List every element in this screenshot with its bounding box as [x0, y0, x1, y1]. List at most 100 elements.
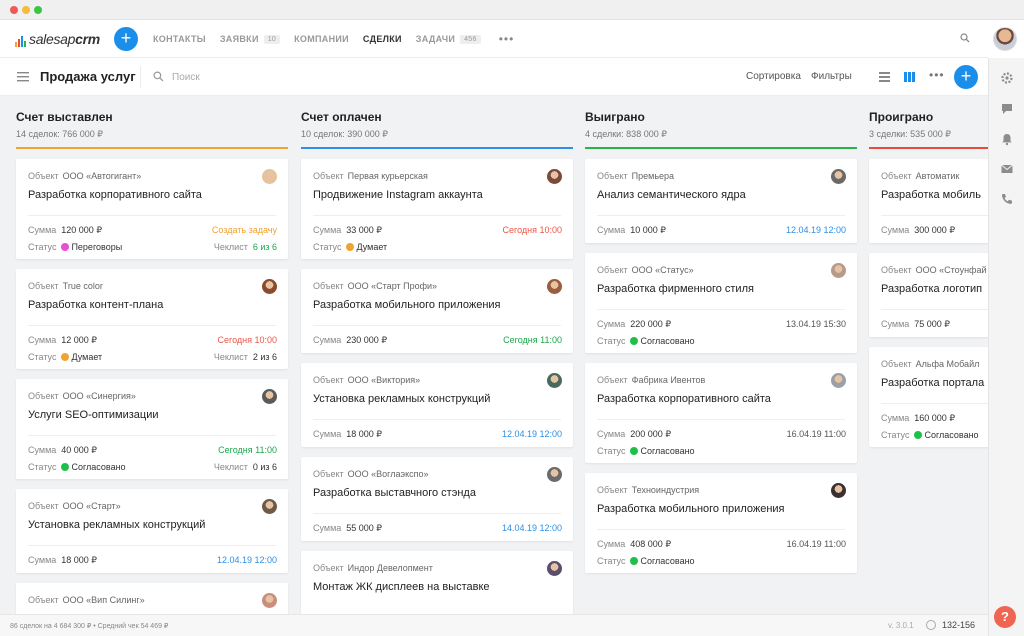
- assignee-avatar[interactable]: [547, 561, 562, 576]
- assignee-avatar[interactable]: [547, 169, 562, 184]
- assignee-avatar[interactable]: [831, 169, 846, 184]
- sum-row: Сумма 120 000 ₽: [28, 225, 102, 236]
- deal-card[interactable]: Объект Премьера Анализ семантического ядра…: [585, 159, 857, 243]
- notifications-bell-icon[interactable]: [1000, 132, 1014, 146]
- status-value: Думает: [71, 352, 103, 362]
- kanban-view-icon[interactable]: [904, 72, 915, 82]
- chat-icon[interactable]: [1000, 102, 1014, 116]
- sum-label: Сумма: [28, 225, 57, 235]
- column-color-bar: [585, 147, 857, 149]
- deal-title: Услуги SEO-оптимизации: [28, 409, 159, 421]
- search-icon: [153, 71, 164, 82]
- object-name: Фабрика Ивентов: [631, 375, 706, 385]
- assignee-avatar[interactable]: [831, 483, 846, 498]
- deal-card[interactable]: Объект ООО «Автогигант» Разработка корпора…: [16, 159, 288, 259]
- deal-card[interactable]: Объект ООО «Старт» Установка рекламных кон…: [16, 489, 288, 573]
- sum-label: Сумма: [313, 523, 342, 533]
- close-window-icon[interactable]: [10, 6, 18, 14]
- list-view-icon[interactable]: [879, 72, 890, 82]
- deal-title: Разработка корпоративного сайта: [28, 189, 202, 201]
- deal-card[interactable]: Объект ООО «Стоунфай Разработка логотип Сум…: [869, 253, 988, 337]
- info-icon[interactable]: [926, 620, 936, 630]
- phone-icon[interactable]: [1000, 192, 1014, 206]
- deal-card[interactable]: Объект ООО «Статус» Разработка фирменного …: [585, 253, 857, 353]
- deal-card[interactable]: Объект Фабрика Ивентов Разработка корпорат…: [585, 363, 857, 463]
- settings-gear-icon[interactable]: [1000, 71, 1014, 85]
- nav-item-label: ЗАДАЧИ: [415, 34, 456, 44]
- card-object: Объект ООО «Автогигант»: [28, 171, 141, 181]
- filter-button[interactable]: Фильтры: [811, 71, 852, 82]
- hamburger-menu-icon[interactable]: [17, 72, 29, 82]
- deal-card[interactable]: Объект ООО «Вип Силинг»: [16, 583, 288, 614]
- global-search-icon[interactable]: [960, 33, 970, 43]
- object-name: Премьера: [631, 171, 675, 181]
- status-row: Статус Согласовано: [597, 446, 695, 456]
- status-footer: 86 сделок на 4 684 300 ₽ • Средний чек 5…: [0, 614, 988, 636]
- add-deal-button[interactable]: +: [954, 65, 978, 89]
- main-nav: КОНТАКТЫ ЗАЯВКИ 10 КОМПАНИИ СДЕЛКИ ЗАДАЧИ 456 •…: [153, 20, 514, 58]
- deal-card[interactable]: Объект ООО «Воглаэкспо» Разработка выставч…: [301, 457, 573, 541]
- assignee-avatar[interactable]: [831, 263, 846, 278]
- assignee-avatar[interactable]: [547, 467, 562, 482]
- nav-more-button[interactable]: •••: [499, 32, 515, 46]
- status-value: Согласовано: [640, 556, 695, 566]
- status-value: Согласовано: [924, 430, 979, 440]
- deal-card[interactable]: Объект Альфа Мобайл Разработка портала Сумм…: [869, 347, 988, 447]
- top-navbar: salesapcrm + КОНТАКТЫ ЗАЯВКИ 10 КОМПАНИИ СДЕ…: [0, 20, 988, 58]
- nav-item[interactable]: КОНТАКТЫ: [153, 34, 206, 44]
- nav-item[interactable]: ЗАЯВКИ 10: [220, 34, 281, 44]
- minimize-window-icon[interactable]: [22, 6, 30, 14]
- object-label: Объект: [28, 171, 59, 181]
- status-value: Думает: [356, 242, 388, 252]
- deal-card[interactable]: Объект ООО «Синергия» Услуги SEO-оптимизац…: [16, 379, 288, 479]
- checklist-value: 0 из 6: [252, 462, 277, 472]
- deal-title: Разработка мобильного приложения: [313, 299, 501, 311]
- assignee-avatar[interactable]: [262, 389, 277, 404]
- create-task-link[interactable]: Создать задачу: [212, 225, 277, 235]
- sum-value: 230 000 ₽: [346, 335, 388, 345]
- assignee-avatar[interactable]: [547, 279, 562, 294]
- mail-icon[interactable]: [1000, 162, 1014, 176]
- quick-add-button[interactable]: +: [114, 27, 138, 51]
- app-logo[interactable]: salesapcrm: [15, 31, 100, 47]
- assignee-avatar[interactable]: [831, 373, 846, 388]
- deal-card[interactable]: Объект ООО «Старт Профи» Разработка мобиль…: [301, 269, 573, 353]
- user-avatar[interactable]: [993, 27, 1017, 51]
- deal-card[interactable]: Объект Индор Девелопмент Монтаж ЖК дисплее…: [301, 551, 573, 614]
- more-options-button[interactable]: •••: [929, 68, 945, 82]
- assignee-avatar[interactable]: [262, 169, 277, 184]
- sort-button[interactable]: Сортировка: [746, 71, 801, 82]
- card-object: Объект ООО «Виктория»: [313, 375, 420, 385]
- deal-card[interactable]: Объект True color Разработка контент-плана…: [16, 269, 288, 369]
- nav-item[interactable]: КОМПАНИИ: [294, 34, 349, 44]
- deal-title: Монтаж ЖК дисплеев на выставке: [313, 581, 490, 593]
- deal-card[interactable]: Объект ООО «Виктория» Установка рекламных …: [301, 363, 573, 447]
- nav-item[interactable]: ЗАДАЧИ 456: [416, 34, 481, 44]
- object-label: Объект: [28, 391, 59, 401]
- nav-item[interactable]: СДЕЛКИ: [363, 34, 402, 44]
- sum-row: Сумма 408 000 ₽: [597, 539, 671, 550]
- deal-title: Разработка мобиль: [881, 189, 981, 201]
- deal-card[interactable]: Объект Первая курьерская Продвижение Insta…: [301, 159, 573, 259]
- sum-label: Сумма: [597, 225, 626, 235]
- object-name: Альфа Мобайл: [915, 359, 980, 369]
- object-name: True color: [62, 281, 103, 291]
- nav-item-label: КОМПАНИИ: [294, 34, 349, 44]
- maximize-window-icon[interactable]: [34, 6, 42, 14]
- kanban-board: Счет выставлен 14 сделок: 766 000 ₽ Объект…: [0, 96, 988, 614]
- sum-row: Сумма 33 000 ₽: [313, 225, 382, 236]
- object-label: Объект: [597, 265, 628, 275]
- assignee-avatar[interactable]: [547, 373, 562, 388]
- sum-value: 120 000 ₽: [61, 225, 103, 235]
- search-input[interactable]: [172, 67, 372, 87]
- help-button[interactable]: ?: [994, 606, 1016, 628]
- status-dot-icon: [630, 337, 639, 345]
- sum-row: Сумма 55 000 ₽: [313, 523, 382, 534]
- object-name: Первая курьерская: [347, 171, 428, 181]
- deal-card[interactable]: Объект Техноиндустрия Разработка мобильног…: [585, 473, 857, 573]
- deal-card[interactable]: Объект Автоматик Разработка мобиль Сумма 300…: [869, 159, 988, 243]
- assignee-avatar[interactable]: [262, 499, 277, 514]
- assignee-avatar[interactable]: [262, 593, 277, 608]
- deal-date: Сегодня 11:00: [503, 335, 562, 345]
- assignee-avatar[interactable]: [262, 279, 277, 294]
